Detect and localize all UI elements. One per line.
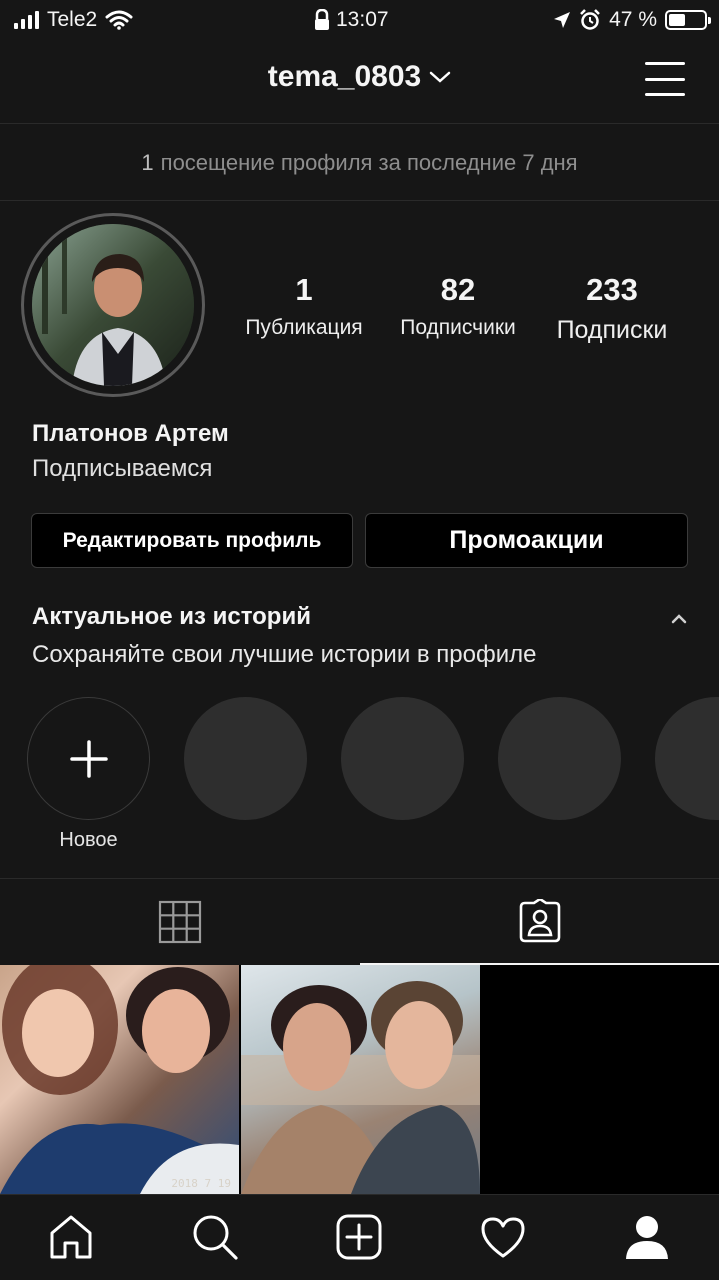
status-center: 13:07: [314, 8, 389, 32]
promotions-button[interactable]: Промоакции: [365, 513, 688, 568]
chevron-down-icon[interactable]: [429, 70, 451, 84]
avatar-photo: [32, 224, 194, 386]
alarm-icon: [580, 9, 601, 30]
profile-visits-banner[interactable]: 1 посещение профиля за последние 7 дня: [0, 125, 719, 201]
lock-icon: [315, 9, 329, 30]
visits-count: 1: [141, 149, 154, 175]
nav-search[interactable]: [187, 1209, 243, 1265]
highlight-placeholder: [655, 697, 719, 820]
plus-icon: [69, 739, 108, 778]
add-post-icon: [336, 1214, 382, 1260]
account-switcher[interactable]: tema_0803: [0, 60, 719, 94]
heart-icon: [481, 1217, 525, 1258]
following-count: 233: [586, 272, 638, 307]
tab-grid[interactable]: [0, 879, 359, 965]
profile-name: Платонов Артем: [32, 420, 229, 447]
photo-date-stamp: 2018 7 19: [171, 1177, 231, 1190]
highlight-placeholder: [184, 697, 307, 820]
nav-add-post[interactable]: [331, 1209, 387, 1265]
stat-following[interactable]: 233 Подписки: [545, 272, 679, 345]
stat-followers[interactable]: 82 Подписчики: [390, 272, 526, 340]
followers-count: 82: [440, 272, 476, 307]
stat-posts[interactable]: 1 Публикация: [236, 272, 372, 340]
photo-couple-illustration: [241, 981, 480, 1194]
battery-icon: [665, 10, 711, 30]
followers-label: Подписчики: [400, 316, 516, 339]
avatar[interactable]: [21, 213, 205, 397]
tagged-person-icon: [519, 899, 560, 943]
tagged-photo[interactable]: [241, 965, 480, 1194]
chevron-up-icon[interactable]: [668, 608, 690, 630]
location-arrow-icon: [554, 12, 571, 28]
empty-photo-cell: [482, 965, 719, 1194]
hamburger-menu-icon[interactable]: [645, 62, 685, 96]
highlights-subtitle: Сохраняйте свои лучшие истории в профиле: [32, 641, 537, 668]
posts-count: 1: [295, 272, 313, 307]
carrier-name: Tele2: [47, 8, 98, 31]
nav-home[interactable]: [43, 1209, 99, 1265]
tab-tagged[interactable]: [360, 879, 719, 965]
profile-header: tema_0803: [0, 40, 719, 124]
tagged-photos-grid: 2018 7 19: [0, 965, 719, 1194]
new-highlight-button[interactable]: [27, 697, 150, 820]
status-time: 13:07: [336, 8, 389, 31]
home-icon: [50, 1215, 92, 1259]
bottom-navigation: [0, 1194, 719, 1280]
status-right: 47 %: [553, 8, 711, 32]
highlight-placeholder: [498, 697, 621, 820]
avatar-person-illustration: [32, 224, 194, 386]
wifi-icon: [105, 10, 133, 30]
status-bar: Tele2 13:07 47 %: [0, 0, 719, 40]
grid-icon: [158, 900, 201, 944]
nav-profile[interactable]: [619, 1209, 675, 1265]
battery-percent: 47 %: [609, 8, 657, 31]
profile-icon: [626, 1216, 668, 1259]
new-highlight-label: Новое: [59, 829, 118, 851]
edit-profile-button[interactable]: Редактировать профиль: [31, 513, 353, 568]
tagged-photo[interactable]: 2018 7 19: [0, 965, 239, 1194]
status-left: Tele2: [14, 8, 133, 32]
profile-tabs: [0, 878, 719, 965]
username[interactable]: tema_0803: [268, 60, 421, 94]
signal-strength-icon: [14, 11, 39, 29]
visits-text: посещение профиля за последние 7 дня: [160, 149, 578, 175]
search-icon: [193, 1215, 238, 1260]
posts-label: Публикация: [245, 316, 363, 339]
battery-fill: [669, 14, 685, 26]
highlight-placeholder: [341, 697, 464, 820]
nav-activity[interactable]: [475, 1209, 531, 1265]
following-label: Подписки: [556, 316, 668, 344]
profile-bio: Подписываемся: [32, 455, 213, 482]
photo-couple-illustration: [0, 965, 239, 1194]
highlights-title: Актуальное из историй: [32, 603, 311, 630]
